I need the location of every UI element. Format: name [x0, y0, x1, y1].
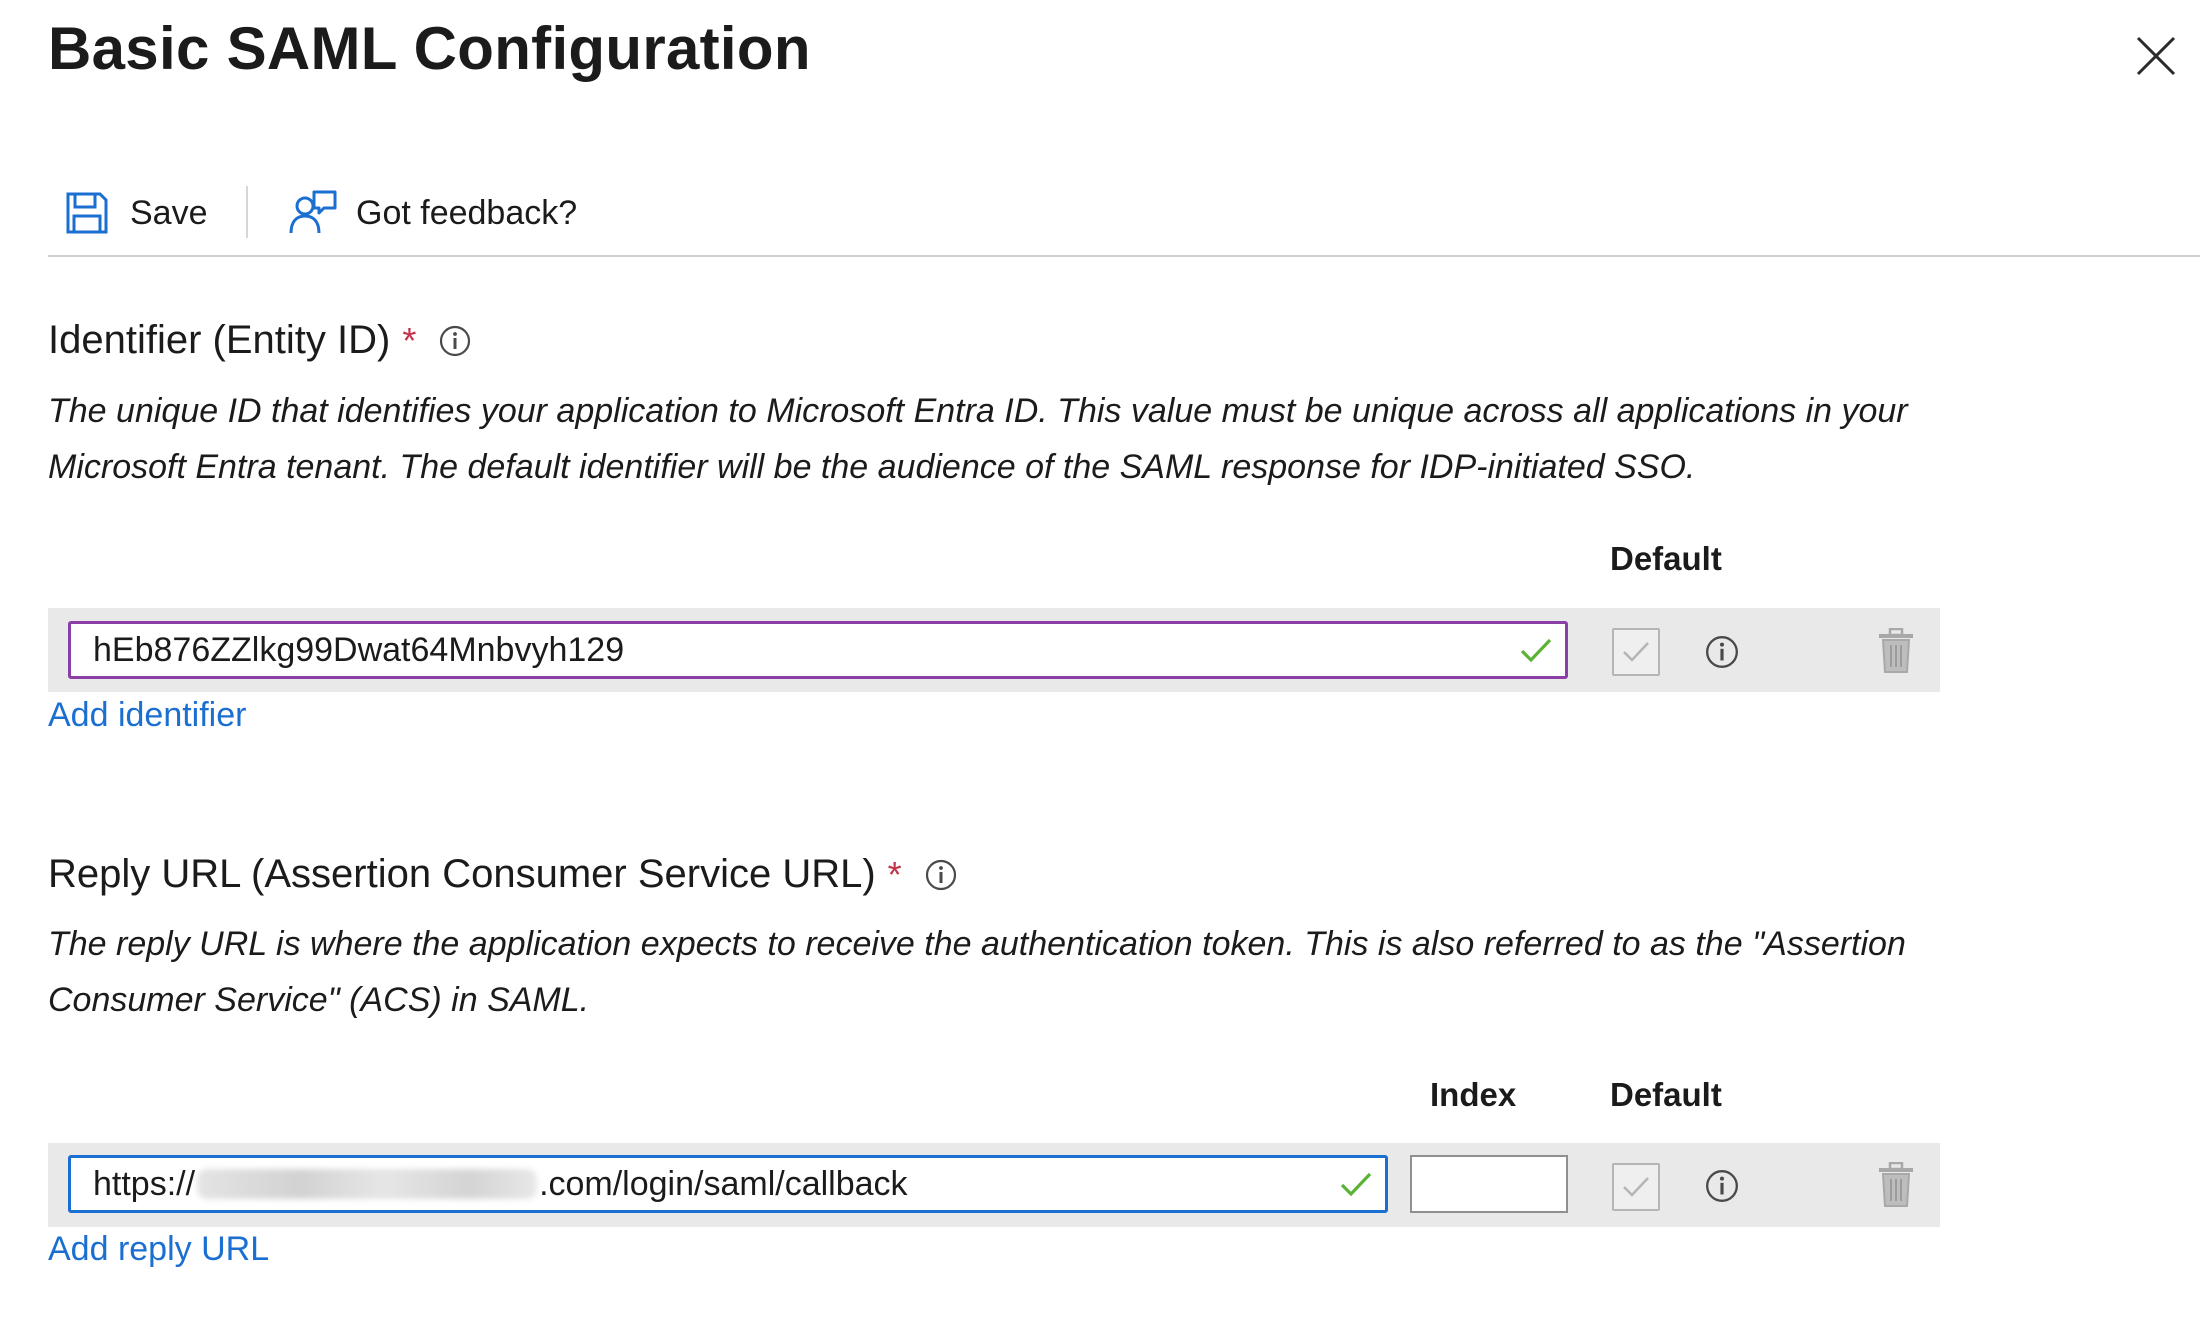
close-icon: [2136, 36, 2176, 76]
info-icon[interactable]: [438, 324, 472, 358]
saml-config-panel: Basic SAML Configuration Save Got feedba…: [0, 0, 2200, 1325]
add-reply-url-link[interactable]: Add reply URL: [48, 1230, 269, 1269]
checkmark-icon: [1340, 1172, 1372, 1197]
toolbar-separator: [246, 186, 248, 238]
identifier-description-line1: The unique ID that identifies your appli…: [48, 392, 1908, 430]
identifier-label-text: Identifier (Entity ID): [48, 318, 391, 362]
command-bar: Save Got feedback?: [48, 178, 2198, 248]
redacted-domain: [197, 1169, 538, 1199]
required-marker: *: [402, 319, 417, 361]
reply-url-value-suffix: .com/login/saml/callback: [539, 1164, 908, 1203]
checkmark-icon: [1520, 638, 1552, 663]
close-button[interactable]: [2132, 32, 2180, 80]
trash-icon[interactable]: [1877, 1162, 1915, 1208]
identifier-input[interactable]: hEb876ZZlkg99Dwat64Mnbvyh129: [68, 621, 1568, 679]
save-button[interactable]: Save: [64, 178, 208, 248]
reply-url-label-text: Reply URL (Assertion Consumer Service UR…: [48, 852, 876, 896]
reply-url-section-label: Reply URL (Assertion Consumer Service UR…: [48, 852, 958, 897]
reply-url-description-line1: The reply URL is where the application e…: [48, 925, 1906, 963]
reply-url-default-checkbox[interactable]: [1612, 1163, 1660, 1211]
toolbar-divider: [48, 255, 2200, 257]
identifier-default-checkbox[interactable]: [1612, 628, 1660, 676]
reply-url-index-header: Index: [1430, 1076, 1517, 1113]
identifier-description-line2: Microsoft Entra tenant. The default iden…: [48, 448, 1696, 486]
reply-url-value-prefix: https://: [93, 1164, 196, 1203]
checkmark-icon: [1623, 642, 1649, 662]
info-icon[interactable]: [1704, 1168, 1740, 1204]
identifier-input-value: hEb876ZZlkg99Dwat64Mnbvyh129: [93, 630, 625, 669]
identifier-description: The unique ID that identifies your appli…: [48, 383, 1948, 495]
checkmark-icon: [1623, 1177, 1649, 1197]
save-label: Save: [130, 193, 208, 232]
required-marker: *: [887, 853, 902, 895]
feedback-button[interactable]: Got feedback?: [288, 178, 577, 248]
add-identifier-link[interactable]: Add identifier: [48, 696, 246, 735]
reply-url-description-line2: Consumer Service" (ACS) in SAML.: [48, 981, 590, 1019]
feedback-label: Got feedback?: [356, 193, 578, 232]
reply-url-input[interactable]: https:// .com/login/saml/callback: [68, 1155, 1388, 1213]
info-icon[interactable]: [924, 858, 958, 892]
save-icon: [66, 192, 108, 234]
page-title: Basic SAML Configuration: [48, 15, 811, 82]
info-icon[interactable]: [1704, 634, 1740, 670]
trash-icon[interactable]: [1877, 628, 1915, 674]
reply-url-description: The reply URL is where the application e…: [48, 916, 1948, 1028]
identifier-section-label: Identifier (Entity ID) *: [48, 318, 472, 363]
reply-url-index-input[interactable]: [1410, 1155, 1568, 1213]
feedback-icon: [289, 190, 337, 234]
reply-url-default-header: Default: [1610, 1076, 1722, 1113]
identifier-default-header: Default: [1610, 540, 1722, 577]
